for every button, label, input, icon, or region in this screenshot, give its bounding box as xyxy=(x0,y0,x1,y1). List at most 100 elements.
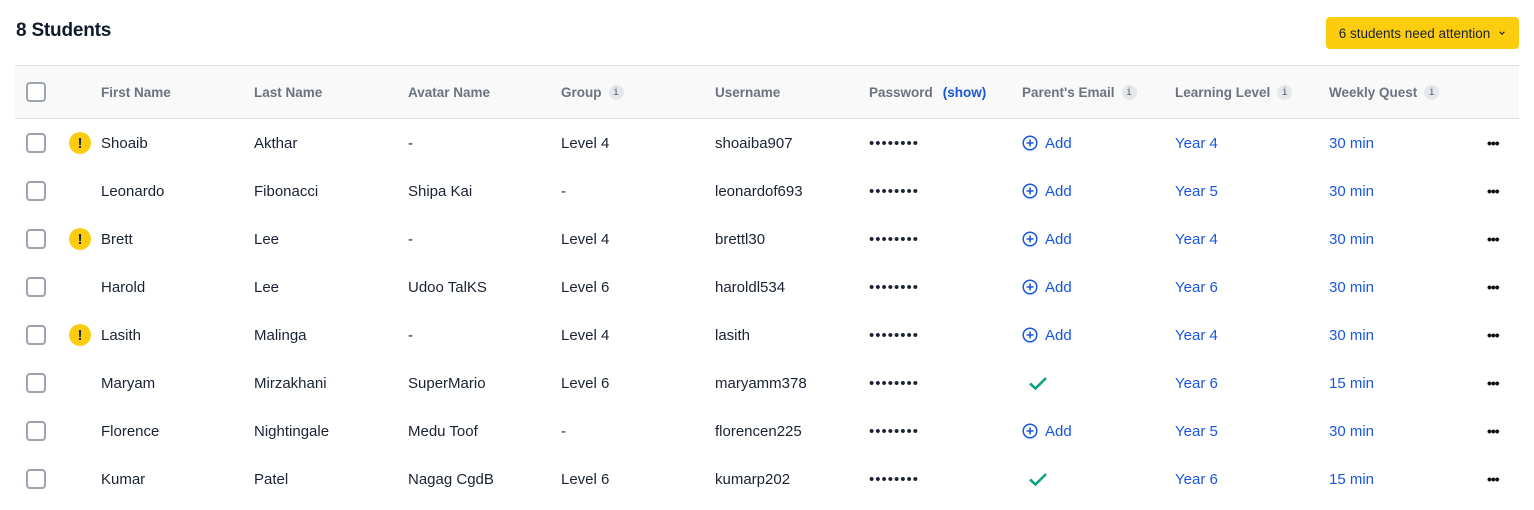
add-parent-email-button[interactable]: Add xyxy=(1022,423,1072,440)
avatar-name: Udoo TalKS xyxy=(408,278,487,296)
learning-level-link[interactable]: Year 6 xyxy=(1175,471,1218,488)
learning-level-link[interactable]: Year 4 xyxy=(1175,135,1218,152)
column-learning-level[interactable]: Learning Level i xyxy=(1175,66,1293,118)
learning-level-link[interactable]: Year 5 xyxy=(1175,423,1218,440)
column-weekly-quest[interactable]: Weekly Quest i xyxy=(1329,66,1440,118)
column-last-name[interactable]: Last Name xyxy=(254,66,322,118)
last-name: Nightingale xyxy=(254,422,330,440)
info-icon[interactable]: i xyxy=(1121,84,1137,100)
password-masked: •••••••• xyxy=(869,470,920,488)
weekly-quest-link[interactable]: 30 min xyxy=(1329,423,1374,440)
username: florencen225 xyxy=(715,422,802,440)
table-body: ! Shoaib Akthar - Level 4 shoaiba907 •••… xyxy=(15,119,1519,503)
column-password-label: Password xyxy=(869,84,933,100)
column-username[interactable]: Username xyxy=(715,66,780,118)
last-name: Patel xyxy=(254,470,289,488)
more-options-button[interactable]: ••• xyxy=(1487,183,1500,199)
learning-level-link[interactable]: Year 6 xyxy=(1175,375,1218,392)
add-parent-email-button[interactable]: Add xyxy=(1022,327,1072,344)
password-masked: •••••••• xyxy=(869,326,920,344)
warning-icon[interactable]: ! xyxy=(69,324,91,346)
last-name: Mirzakhani xyxy=(254,374,327,392)
learning-level-link[interactable]: Year 4 xyxy=(1175,231,1218,248)
username: maryamm378 xyxy=(715,374,807,392)
first-name: Brett xyxy=(101,230,133,248)
password-masked: •••••••• xyxy=(869,182,920,200)
plus-circle-icon xyxy=(1022,135,1038,151)
last-name: Akthar xyxy=(254,134,298,152)
warning-icon[interactable]: ! xyxy=(69,132,91,154)
column-avatar-name[interactable]: Avatar Name xyxy=(408,66,490,118)
weekly-quest-link[interactable]: 30 min xyxy=(1329,135,1374,152)
avatar-name: - xyxy=(408,230,413,248)
more-options-button[interactable]: ••• xyxy=(1487,279,1500,295)
row-checkbox[interactable] xyxy=(26,133,46,153)
add-label: Add xyxy=(1045,182,1072,200)
table-row: Florence Nightingale Medu Toof - florenc… xyxy=(15,407,1519,455)
group: Level 6 xyxy=(561,470,610,488)
username: lasith xyxy=(715,326,751,344)
row-checkbox[interactable] xyxy=(26,277,46,297)
plus-circle-icon xyxy=(1022,279,1038,295)
row-checkbox[interactable] xyxy=(26,421,46,441)
add-parent-email-button[interactable]: Add xyxy=(1022,279,1072,296)
more-options-button[interactable]: ••• xyxy=(1487,471,1500,487)
first-name: Kumar xyxy=(101,470,146,488)
weekly-quest-link[interactable]: 15 min xyxy=(1329,375,1374,392)
column-parents-email-label: Parent's Email xyxy=(1022,84,1115,100)
attention-dropdown-button[interactable]: 6 students need attention xyxy=(1326,17,1519,49)
row-checkbox[interactable] xyxy=(26,181,46,201)
first-name: Lasith xyxy=(101,326,142,344)
avatar-name: SuperMario xyxy=(408,374,486,392)
weekly-quest-link[interactable]: 15 min xyxy=(1329,471,1374,488)
add-parent-email-button[interactable]: Add xyxy=(1022,183,1072,200)
group: Level 4 xyxy=(561,134,610,152)
chevron-down-icon xyxy=(1499,31,1506,35)
column-group-label: Group xyxy=(561,84,602,100)
username: leonardof693 xyxy=(715,182,803,200)
row-checkbox[interactable] xyxy=(26,469,46,489)
plus-circle-icon xyxy=(1022,327,1038,343)
table-row: Maryam Mirzakhani SuperMario Level 6 mar… xyxy=(15,359,1519,407)
add-label: Add xyxy=(1045,230,1072,248)
info-icon[interactable]: i xyxy=(1424,84,1440,100)
password-masked: •••••••• xyxy=(869,422,920,440)
info-icon[interactable]: i xyxy=(608,84,624,100)
add-parent-email-button[interactable]: Add xyxy=(1022,231,1072,248)
more-options-button[interactable]: ••• xyxy=(1487,423,1500,439)
add-label: Add xyxy=(1045,326,1072,344)
add-parent-email-button[interactable]: Add xyxy=(1022,135,1072,152)
more-options-button[interactable]: ••• xyxy=(1487,375,1500,391)
checkmark-icon xyxy=(1029,473,1047,487)
learning-level-link[interactable]: Year 4 xyxy=(1175,327,1218,344)
info-icon[interactable]: i xyxy=(1277,84,1293,100)
column-first-name[interactable]: First Name xyxy=(101,66,171,118)
learning-level-link[interactable]: Year 6 xyxy=(1175,279,1218,296)
first-name: Maryam xyxy=(101,374,156,392)
weekly-quest-link[interactable]: 30 min xyxy=(1329,231,1374,248)
more-options-button[interactable]: ••• xyxy=(1487,135,1500,151)
row-checkbox[interactable] xyxy=(26,373,46,393)
column-parents-email[interactable]: Parent's Email i xyxy=(1022,66,1137,118)
username: haroldl534 xyxy=(715,278,786,296)
more-options-button[interactable]: ••• xyxy=(1487,327,1500,343)
last-name: Malinga xyxy=(254,326,307,344)
first-name: Leonardo xyxy=(101,182,165,200)
first-name: Florence xyxy=(101,422,160,440)
column-group[interactable]: Group i xyxy=(561,66,624,118)
show-passwords-link[interactable]: (show) xyxy=(943,85,987,100)
row-checkbox[interactable] xyxy=(26,229,46,249)
add-label: Add xyxy=(1045,278,1072,296)
learning-level-link[interactable]: Year 5 xyxy=(1175,183,1218,200)
select-all-checkbox[interactable] xyxy=(26,82,46,102)
attention-button-label: 6 students need attention xyxy=(1338,25,1491,41)
weekly-quest-link[interactable]: 30 min xyxy=(1329,183,1374,200)
more-options-button[interactable]: ••• xyxy=(1487,231,1500,247)
warning-icon[interactable]: ! xyxy=(69,228,91,250)
weekly-quest-link[interactable]: 30 min xyxy=(1329,327,1374,344)
username: shoaiba907 xyxy=(715,134,793,152)
column-weekly-quest-label: Weekly Quest xyxy=(1329,84,1418,100)
weekly-quest-link[interactable]: 30 min xyxy=(1329,279,1374,296)
add-label: Add xyxy=(1045,422,1072,440)
row-checkbox[interactable] xyxy=(26,325,46,345)
